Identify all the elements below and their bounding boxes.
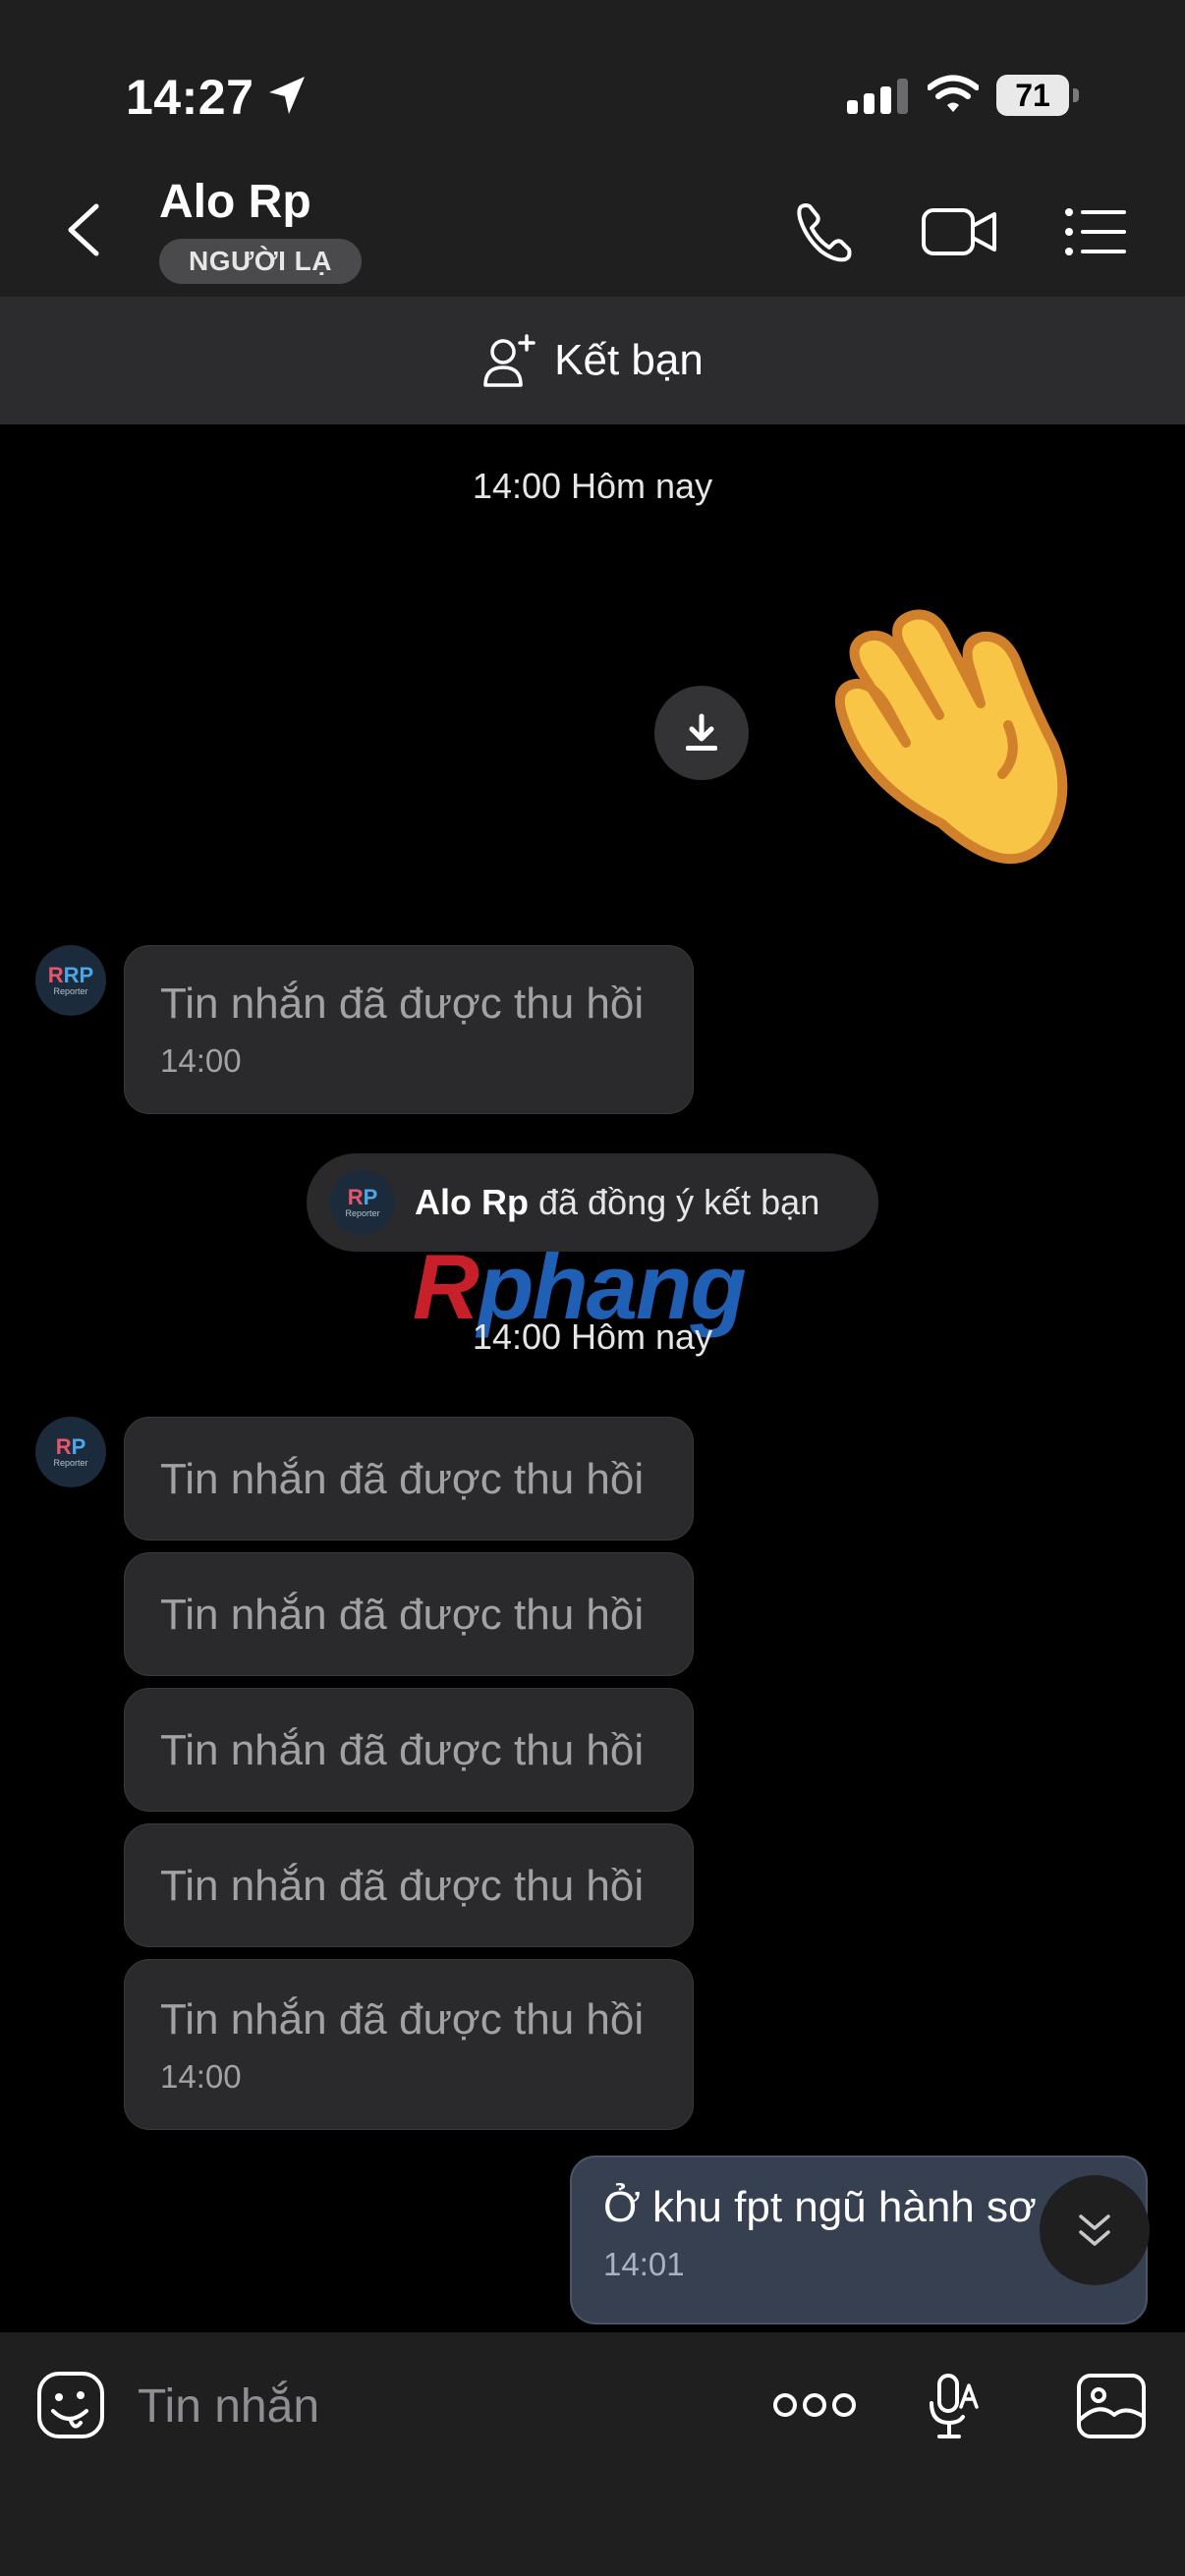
avatar[interactable]: RRP Reporter [35,945,106,1016]
message-text: Tin nhắn đã được thu hồi [160,1591,645,1639]
download-icon [686,713,717,751]
double-chevron-down-icon [1079,2214,1110,2246]
message-text: Tin nhắn đã được thu hồi [160,1862,645,1910]
message-time: 14:00 [160,2058,242,2095]
message-text: Ở khu fpt ngũ hành sơ [603,2183,1037,2231]
message-text: Tin nhắn đã được thu hồi [160,980,645,1028]
input-bar [0,2332,1185,2576]
add-person-icon [483,334,536,387]
image-gallery-icon[interactable] [1075,2372,1148,2440]
message-time: 14:01 [603,2246,685,2282]
notice-name: Alo Rp [415,1182,529,1222]
avatar[interactable]: RP Reporter [35,1417,106,1487]
avatar: RP Reporter [330,1170,395,1235]
message-input[interactable] [138,2374,727,2438]
recalled-message[interactable]: Tin nhắn đã được thu hồi [124,1552,694,1676]
recalled-message[interactable]: Tin nhắn đã được thu hồi 14:00 [124,1959,694,2130]
voice-to-text-icon[interactable] [926,2372,981,2442]
recalled-message[interactable]: Tin nhắn đã được thu hồi [124,1417,694,1540]
recalled-message[interactable]: Tin nhắn đã được thu hồi 14:00 [124,945,694,1114]
time-divider: 14:00 Hôm nay [472,466,713,506]
emoji-sticker-icon[interactable] [35,2370,106,2440]
battery-icon: 71 [996,75,1081,116]
status-time: 14:27 [126,70,254,125]
add-friend-bar[interactable]: Kết bạn [0,297,1185,424]
message-time: 14:00 [160,1042,242,1079]
video-camera-icon[interactable] [920,196,998,267]
wifi-icon [928,75,979,112]
location-arrow-icon [269,77,305,114]
message-text: Tin nhắn đã được thu hồi [160,1995,645,2044]
message-text: Tin nhắn đã được thu hồi [160,1726,645,1774]
chat-title[interactable]: Alo Rp [159,175,311,229]
recalled-message[interactable]: Tin nhắn đã được thu hồi [124,1688,694,1812]
back-chevron-icon[interactable] [59,200,112,259]
more-dots-icon[interactable] [772,2387,857,2423]
download-button[interactable] [654,686,749,780]
list-menu-icon[interactable] [1063,196,1128,267]
message-text: Tin nhắn đã được thu hồi [160,1455,645,1503]
cellular-signal-icon [847,79,908,114]
add-friend-label: Kết bạn [554,336,704,384]
time-divider: 14:00 Hôm nay [472,1316,713,1357]
recalled-message[interactable]: Tin nhắn đã được thu hồi [124,1823,694,1947]
battery-level: 71 [996,75,1069,116]
stranger-badge: NGƯỜI LẠ [159,239,362,284]
scroll-to-bottom-button[interactable] [1040,2175,1150,2285]
notice-text: đã đồng ý kết bạn [538,1182,820,1222]
phone-icon[interactable] [792,196,857,267]
waving-hand-sticker[interactable] [823,609,1108,874]
